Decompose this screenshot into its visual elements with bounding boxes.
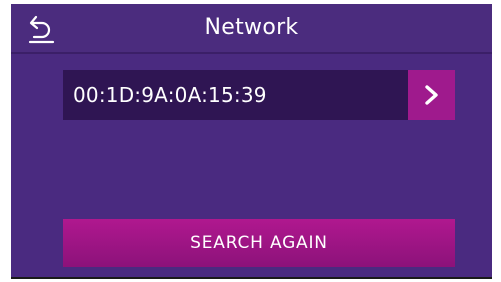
- network-screen: Network 00:1D:9A:0A:15:39 SEARCH AGAIN: [11, 4, 492, 279]
- chevron-right-icon: [425, 85, 438, 105]
- header-bar: Network: [11, 4, 492, 54]
- device-select-button[interactable]: [408, 70, 455, 120]
- device-mac-address: 00:1D:9A:0A:15:39: [73, 83, 267, 107]
- page-title: Network: [204, 15, 299, 40]
- search-again-button[interactable]: SEARCH AGAIN: [63, 219, 455, 267]
- device-list-item[interactable]: 00:1D:9A:0A:15:39: [63, 70, 455, 120]
